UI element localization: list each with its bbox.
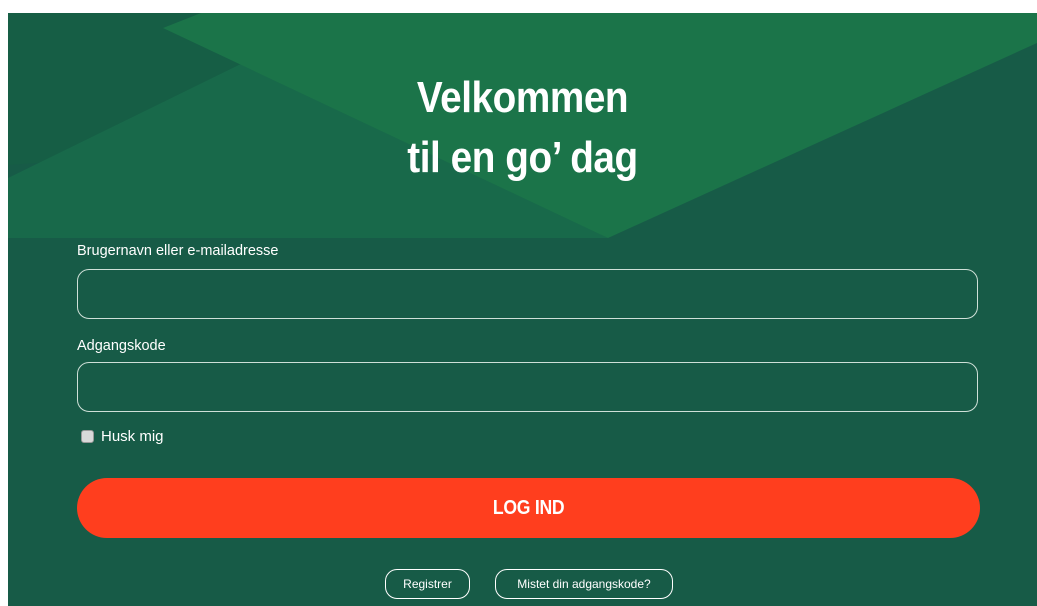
lost-password-button-label: Mistet din adgangskode? [517, 577, 651, 591]
login-button-label: LOG IND [492, 496, 565, 519]
remember-checkbox[interactable] [81, 430, 94, 443]
title-line-1: Velkommen [416, 73, 629, 122]
register-button-label: Registrer [403, 577, 452, 591]
login-panel: Velkommen til en go’ dag Brugernavn elle… [8, 13, 1037, 606]
username-label: Brugernavn eller e-mailadresse [77, 243, 279, 259]
page-title: Velkommen til en go’ dag [8, 68, 1037, 188]
username-input[interactable] [77, 269, 978, 319]
lost-password-button[interactable]: Mistet din adgangskode? [495, 569, 673, 599]
register-button[interactable]: Registrer [385, 569, 470, 599]
remember-me[interactable]: Husk mig [81, 428, 164, 445]
title-line-2: til en go’ dag [407, 133, 638, 182]
login-button[interactable]: LOG IND [77, 478, 980, 538]
remember-label: Husk mig [101, 428, 164, 445]
password-input[interactable] [77, 362, 978, 412]
password-label: Adgangskode [77, 338, 166, 354]
